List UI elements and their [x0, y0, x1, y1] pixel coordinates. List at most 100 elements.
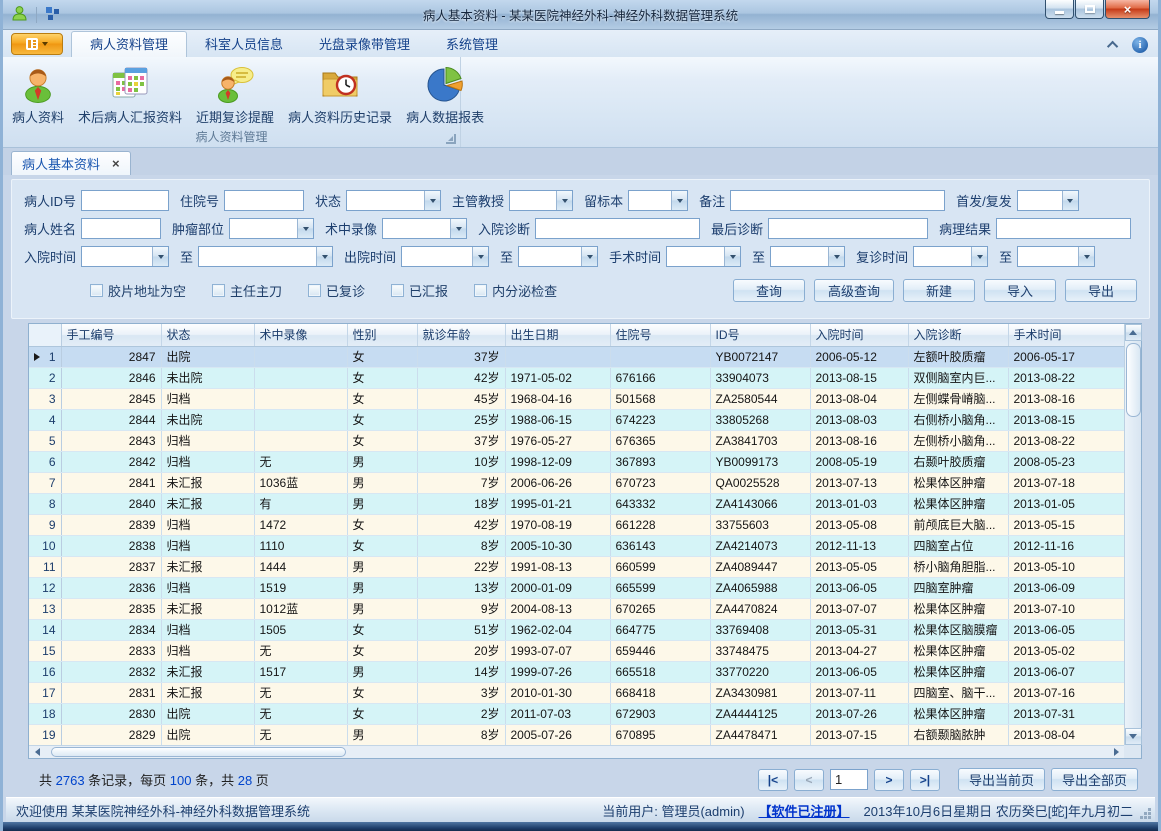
combo-dropdown-button[interactable]	[1062, 191, 1078, 210]
filter-checkbox[interactable]: 已汇报	[391, 281, 448, 300]
table-row[interactable]: 32845归档女45岁1968-04-16501568ZA25805442013…	[29, 388, 1124, 409]
table-row[interactable]: 122836归档1519男13岁2000-01-09665599ZA406598…	[29, 577, 1124, 598]
column-header[interactable]: 术中录像	[254, 324, 347, 346]
resize-grip-icon[interactable]	[1148, 816, 1151, 819]
column-header[interactable]: 入院时间	[810, 324, 908, 346]
ribbon-button[interactable]: 病人数据报表	[399, 60, 491, 128]
table-row[interactable]: 192829出院无男8岁2005-07-26670895ZA4478471201…	[29, 724, 1124, 745]
combo-input[interactable]	[199, 247, 316, 266]
combo-input[interactable]	[510, 191, 556, 210]
combo-dropdown-button[interactable]	[472, 247, 488, 266]
horizontal-scrollbar[interactable]	[29, 745, 1124, 758]
filter-combo[interactable]	[382, 218, 467, 239]
app-menu-button[interactable]	[11, 33, 63, 55]
action-button[interactable]: 新建	[903, 279, 975, 302]
vertical-scroll-thumb[interactable]	[1126, 343, 1141, 417]
filter-input[interactable]	[768, 218, 928, 239]
table-row[interactable]: 82840未汇报有男18岁1995-01-21643332ZA414306620…	[29, 493, 1124, 514]
combo-input[interactable]	[347, 191, 424, 210]
checkbox-icon[interactable]	[212, 284, 225, 297]
filter-checkbox[interactable]: 内分泌检查	[474, 281, 557, 300]
table-row[interactable]: 112837未汇报1444男22岁1991-08-13660599ZA40894…	[29, 556, 1124, 577]
combo-dropdown-button[interactable]	[556, 191, 572, 210]
ribbon-button[interactable]: 术后病人汇报资料	[71, 60, 189, 128]
filter-checkbox[interactable]: 主任主刀	[212, 281, 282, 300]
table-row[interactable]: 102838归档1110女8岁2005-10-30636143ZA4214073…	[29, 535, 1124, 556]
filter-checkbox[interactable]: 胶片地址为空	[90, 281, 186, 300]
combo-input[interactable]	[383, 219, 450, 238]
table-row[interactable]: 182830出院无女2岁2011-07-03672903ZA4444125201…	[29, 703, 1124, 724]
checkbox-icon[interactable]	[474, 284, 487, 297]
table-row[interactable]: 172831未汇报无女3岁2010-01-30668418ZA343098120…	[29, 682, 1124, 703]
next-page-button[interactable]: >	[874, 769, 904, 791]
prev-page-button[interactable]: <	[794, 769, 824, 791]
column-header[interactable]: 手术时间	[1008, 324, 1124, 346]
column-header[interactable]: 住院号	[610, 324, 710, 346]
filter-combo[interactable]	[628, 190, 688, 211]
filter-combo[interactable]	[913, 246, 988, 267]
column-header[interactable]: 出生日期	[505, 324, 610, 346]
action-button[interactable]: 查询	[733, 279, 805, 302]
column-header[interactable]: 入院诊断	[908, 324, 1008, 346]
filter-input[interactable]	[224, 190, 304, 211]
combo-input[interactable]	[667, 247, 724, 266]
ribbon-button[interactable]: 病人资料历史记录	[281, 60, 399, 128]
column-header[interactable]: 手工编号	[61, 324, 161, 346]
combo-input[interactable]	[230, 219, 297, 238]
combo-dropdown-button[interactable]	[724, 247, 740, 266]
combo-input[interactable]	[771, 247, 828, 266]
filter-combo[interactable]	[346, 190, 441, 211]
ribbon-button[interactable]: 近期复诊提醒	[189, 60, 281, 128]
combo-dropdown-button[interactable]	[671, 191, 687, 210]
quick-access-icon[interactable]	[45, 6, 60, 24]
export-all-pages-button[interactable]: 导出全部页	[1051, 768, 1138, 791]
last-page-button[interactable]: >|	[910, 769, 940, 791]
filter-combo[interactable]	[770, 246, 845, 267]
combo-dropdown-button[interactable]	[1078, 247, 1094, 266]
combo-dropdown-button[interactable]	[316, 247, 332, 266]
column-header[interactable]: 就诊年龄	[417, 324, 505, 346]
filter-combo[interactable]	[198, 246, 333, 267]
collapse-ribbon-icon[interactable]	[1107, 41, 1118, 52]
filter-input[interactable]	[730, 190, 945, 211]
combo-input[interactable]	[82, 247, 152, 266]
vertical-scrollbar[interactable]	[1124, 324, 1141, 745]
filter-combo[interactable]	[401, 246, 489, 267]
table-row[interactable]: 12847出院女37岁YB00721472006-05-12左额叶胶质瘤2006…	[29, 346, 1124, 367]
table-row[interactable]: 92839归档1472女42岁1970-08-19661228337556032…	[29, 514, 1124, 535]
combo-dropdown-button[interactable]	[971, 247, 987, 266]
action-button[interactable]: 导入	[984, 279, 1056, 302]
scroll-left-button[interactable]	[29, 746, 45, 758]
table-row[interactable]: 42844未出院女25岁1988-06-15674223338052682013…	[29, 409, 1124, 430]
combo-input[interactable]	[519, 247, 581, 266]
combo-dropdown-button[interactable]	[828, 247, 844, 266]
filter-checkbox[interactable]: 已复诊	[308, 281, 365, 300]
table-row[interactable]: 62842归档无男10岁1998-12-09367893YB0099173200…	[29, 451, 1124, 472]
doc-tab-close-icon[interactable]: ×	[112, 156, 120, 171]
combo-input[interactable]	[402, 247, 472, 266]
filter-combo[interactable]	[81, 246, 169, 267]
combo-dropdown-button[interactable]	[152, 247, 168, 266]
column-header[interactable]: 状态	[161, 324, 254, 346]
table-row[interactable]: 72841未汇报1036蓝男7岁2006-06-26670723QA002552…	[29, 472, 1124, 493]
column-header[interactable]: 性别	[347, 324, 417, 346]
combo-dropdown-button[interactable]	[424, 191, 440, 210]
action-button[interactable]: 导出	[1065, 279, 1137, 302]
scroll-up-button[interactable]	[1125, 324, 1142, 341]
registered-link[interactable]: 【软件已注册】	[759, 801, 850, 820]
first-page-button[interactable]: |<	[758, 769, 788, 791]
ribbon-tab[interactable]: 系统管理	[428, 33, 516, 57]
info-icon[interactable]: i	[1132, 37, 1148, 53]
ribbon-tab[interactable]: 病人资料管理	[71, 31, 187, 57]
checkbox-icon[interactable]	[391, 284, 404, 297]
combo-input[interactable]	[1018, 247, 1078, 266]
horizontal-scroll-thumb[interactable]	[51, 747, 346, 757]
filter-combo[interactable]	[1017, 246, 1095, 267]
filter-input[interactable]	[535, 218, 700, 239]
filter-combo[interactable]	[229, 218, 314, 239]
page-number-input[interactable]	[830, 769, 868, 790]
ribbon-button[interactable]: 病人资料	[5, 60, 71, 128]
ribbon-tab[interactable]: 科室人员信息	[187, 33, 301, 57]
filter-combo[interactable]	[509, 190, 573, 211]
close-button[interactable]: ×	[1105, 0, 1150, 19]
